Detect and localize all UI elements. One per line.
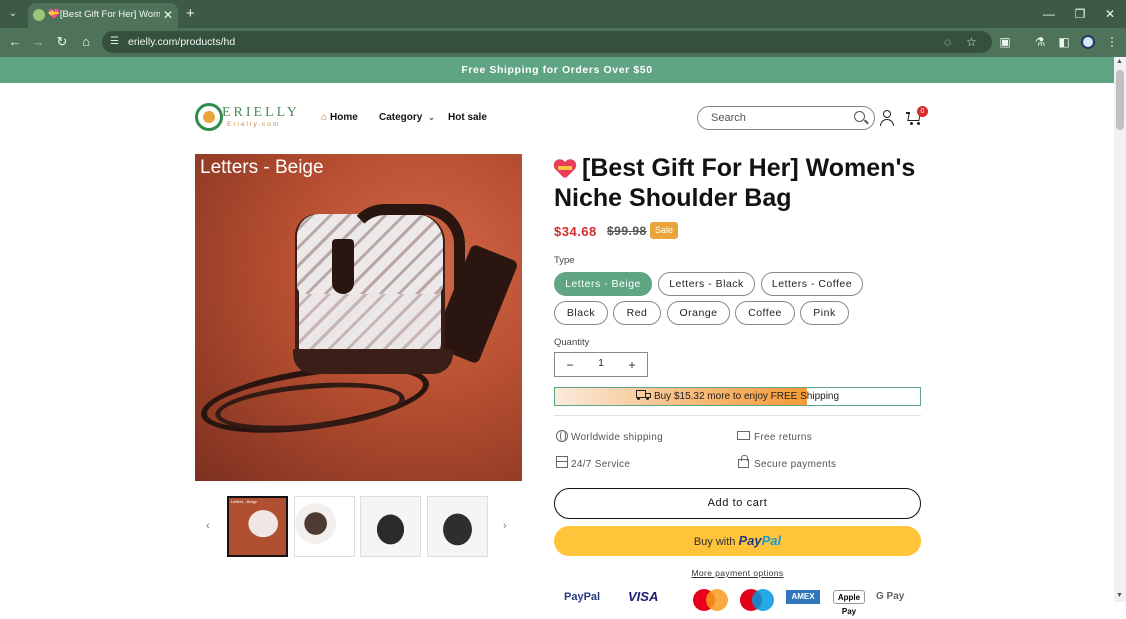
sale-price: $34.68 <box>554 224 597 239</box>
van-icon <box>737 431 750 440</box>
reload-icon[interactable]: ↻ <box>54 34 70 50</box>
variant-coffee[interactable]: Coffee <box>735 301 795 325</box>
site-favicon-icon <box>33 9 45 21</box>
mastercard-icon-right <box>706 589 728 611</box>
menu-kebab-icon[interactable]: ⋮ <box>1104 34 1120 50</box>
side-panel-icon[interactable]: ◧ <box>1056 34 1072 50</box>
logo-subtext: Erielly.com <box>227 121 281 128</box>
site-info-icon[interactable]: ☰ <box>110 36 122 48</box>
free-shipping-text: Buy $15.32 more to enjoy FREE Shipping <box>653 391 840 402</box>
quantity-increase-button[interactable]: + <box>624 357 640 373</box>
thumbnail-1[interactable]: Letters - Beige <box>227 496 288 557</box>
quantity-decrease-button[interactable]: − <box>562 357 578 373</box>
paypal-buy-label: Buy with <box>693 536 736 548</box>
variant-black[interactable]: Black <box>554 301 608 325</box>
site-logo[interactable]: ERIELLY Erielly.com <box>195 103 297 133</box>
browser-tab[interactable]: 💝[Best Gift For Her] Women's ✕ <box>28 3 178 28</box>
free-shipping-progress: Buy $15.32 more to enjoy FREE Shipping <box>554 387 921 406</box>
free-shipping-message: Buy $15.32 more to enjoy FREE Shipping <box>555 388 920 405</box>
scrollbar[interactable] <box>1114 57 1126 602</box>
scroll-down-icon[interactable]: ▼ <box>1116 592 1123 599</box>
back-icon[interactable]: ← <box>7 34 23 50</box>
home-icon: ⌂ <box>321 112 328 123</box>
new-tab-icon[interactable]: + <box>186 6 195 22</box>
bag-tag <box>332 239 354 294</box>
variant-letters-black[interactable]: Letters - Black <box>658 272 755 296</box>
logo-text: ERIELLY <box>222 105 300 120</box>
nav-home[interactable]: ⌂ Home <box>321 112 358 123</box>
product-main-image[interactable]: Letters - Beige <box>195 154 522 481</box>
thumb-next-icon[interactable]: › <box>503 520 507 532</box>
url-text: erielly.com/products/hd <box>128 36 236 48</box>
search-input[interactable]: Search <box>697 106 875 130</box>
quantity-input[interactable]: 1 <box>585 358 617 369</box>
lock-icon <box>738 455 749 468</box>
forward-icon[interactable]: → <box>30 34 46 50</box>
chevron-down-icon: ⌄ <box>428 113 435 122</box>
extensions-icon[interactable]: ▣ <box>997 34 1013 50</box>
thumb-caption: Letters - Beige <box>231 499 258 504</box>
divider <box>554 415 921 416</box>
search-icon[interactable] <box>854 111 865 122</box>
address-bar[interactable]: ☰ erielly.com/products/hd ◌ ☆ <box>102 31 992 53</box>
variant-letters-beige[interactable]: Letters - Beige <box>554 272 652 296</box>
home-browser-icon[interactable]: ⌂ <box>78 34 94 50</box>
announcement-text: Free Shipping for Orders Over $50 <box>461 64 653 76</box>
scrollbar-thumb[interactable] <box>1116 70 1124 130</box>
more-payment-options-link[interactable]: More payment options <box>554 568 921 578</box>
truck-icon <box>635 390 651 400</box>
restore-icon[interactable]: ❐ <box>1072 6 1088 22</box>
browser-tab-strip: ⌄ 💝[Best Gift For Her] Women's ✕ + — ❐ ✕ <box>0 0 1126 28</box>
bookmark-star-icon[interactable]: ☆ <box>966 35 977 49</box>
bag-trim <box>293 349 453 374</box>
tab-title: 💝[Best Gift For Her] Women's <box>48 9 160 20</box>
browser-toolbar: ← → ↻ ⌂ ☰ erielly.com/products/hd ◌ ☆ ▣ … <box>0 28 1126 57</box>
cart-count-badge: 0 <box>917 106 928 117</box>
tab-close-icon[interactable]: ✕ <box>163 8 173 22</box>
bag-handle <box>345 204 465 344</box>
profile-avatar-icon[interactable] <box>1081 35 1095 49</box>
box-icon <box>556 456 568 468</box>
paypal-buy-button[interactable]: Buy with PayPal <box>554 526 921 556</box>
add-to-cart-button[interactable]: Add to cart <box>554 488 921 519</box>
thumbnail-3[interactable] <box>360 496 421 557</box>
product-title-text: [Best Gift For Her] Women's Niche Should… <box>554 154 916 212</box>
globe-icon <box>556 430 568 442</box>
announcement-bar: Free Shipping for Orders Over $50 <box>0 57 1114 83</box>
minimize-icon[interactable]: — <box>1041 6 1057 22</box>
window-close-icon[interactable]: ✕ <box>1102 6 1118 22</box>
eye-off-icon[interactable]: ◌ <box>944 35 951 49</box>
nav-category[interactable]: Category ⌄ <box>379 112 435 123</box>
search-placeholder: Search <box>711 112 746 124</box>
paypal-logo: PayPal <box>738 533 782 548</box>
labs-icon[interactable]: ⚗ <box>1032 34 1048 50</box>
feature-free-returns: Free returns <box>754 432 813 443</box>
product-title: [Best Gift For Her] Women's Niche Should… <box>554 153 924 213</box>
feature-24-7-service: 24/7 Service <box>571 459 631 470</box>
compare-price: $99.98 <box>607 224 647 238</box>
quantity-label: Quantity <box>554 337 590 348</box>
feature-secure-payments: Secure payments <box>754 459 837 470</box>
sale-badge: Sale <box>650 222 679 239</box>
thumb-prev-icon[interactable]: ‹ <box>206 520 210 532</box>
variant-orange[interactable]: Orange <box>667 301 730 325</box>
tab-search-chevron-icon[interactable]: ⌄ <box>6 7 20 21</box>
scroll-up-icon[interactable]: ▲ <box>1116 58 1123 65</box>
logo-mark-icon <box>195 103 223 131</box>
variant-letters-coffee[interactable]: Letters - Coffee <box>761 272 863 296</box>
feature-worldwide-shipping: Worldwide shipping <box>571 432 663 443</box>
thumbnail-4[interactable] <box>427 496 488 557</box>
variant-pink[interactable]: Pink <box>800 301 849 325</box>
variant-type-label: Type <box>554 255 575 266</box>
image-caption: Letters - Beige <box>200 157 324 178</box>
quantity-stepper: − 1 + <box>554 352 648 377</box>
thumbnail-2[interactable] <box>294 496 355 557</box>
nav-hot-sale[interactable]: Hot sale <box>448 112 487 123</box>
account-icon[interactable] <box>880 110 894 126</box>
maestro-icon-right <box>752 589 774 611</box>
gift-heart-icon <box>554 160 576 178</box>
nav-category-label: Category <box>379 112 423 123</box>
nav-home-label: Home <box>330 112 358 123</box>
variant-red[interactable]: Red <box>613 301 661 325</box>
